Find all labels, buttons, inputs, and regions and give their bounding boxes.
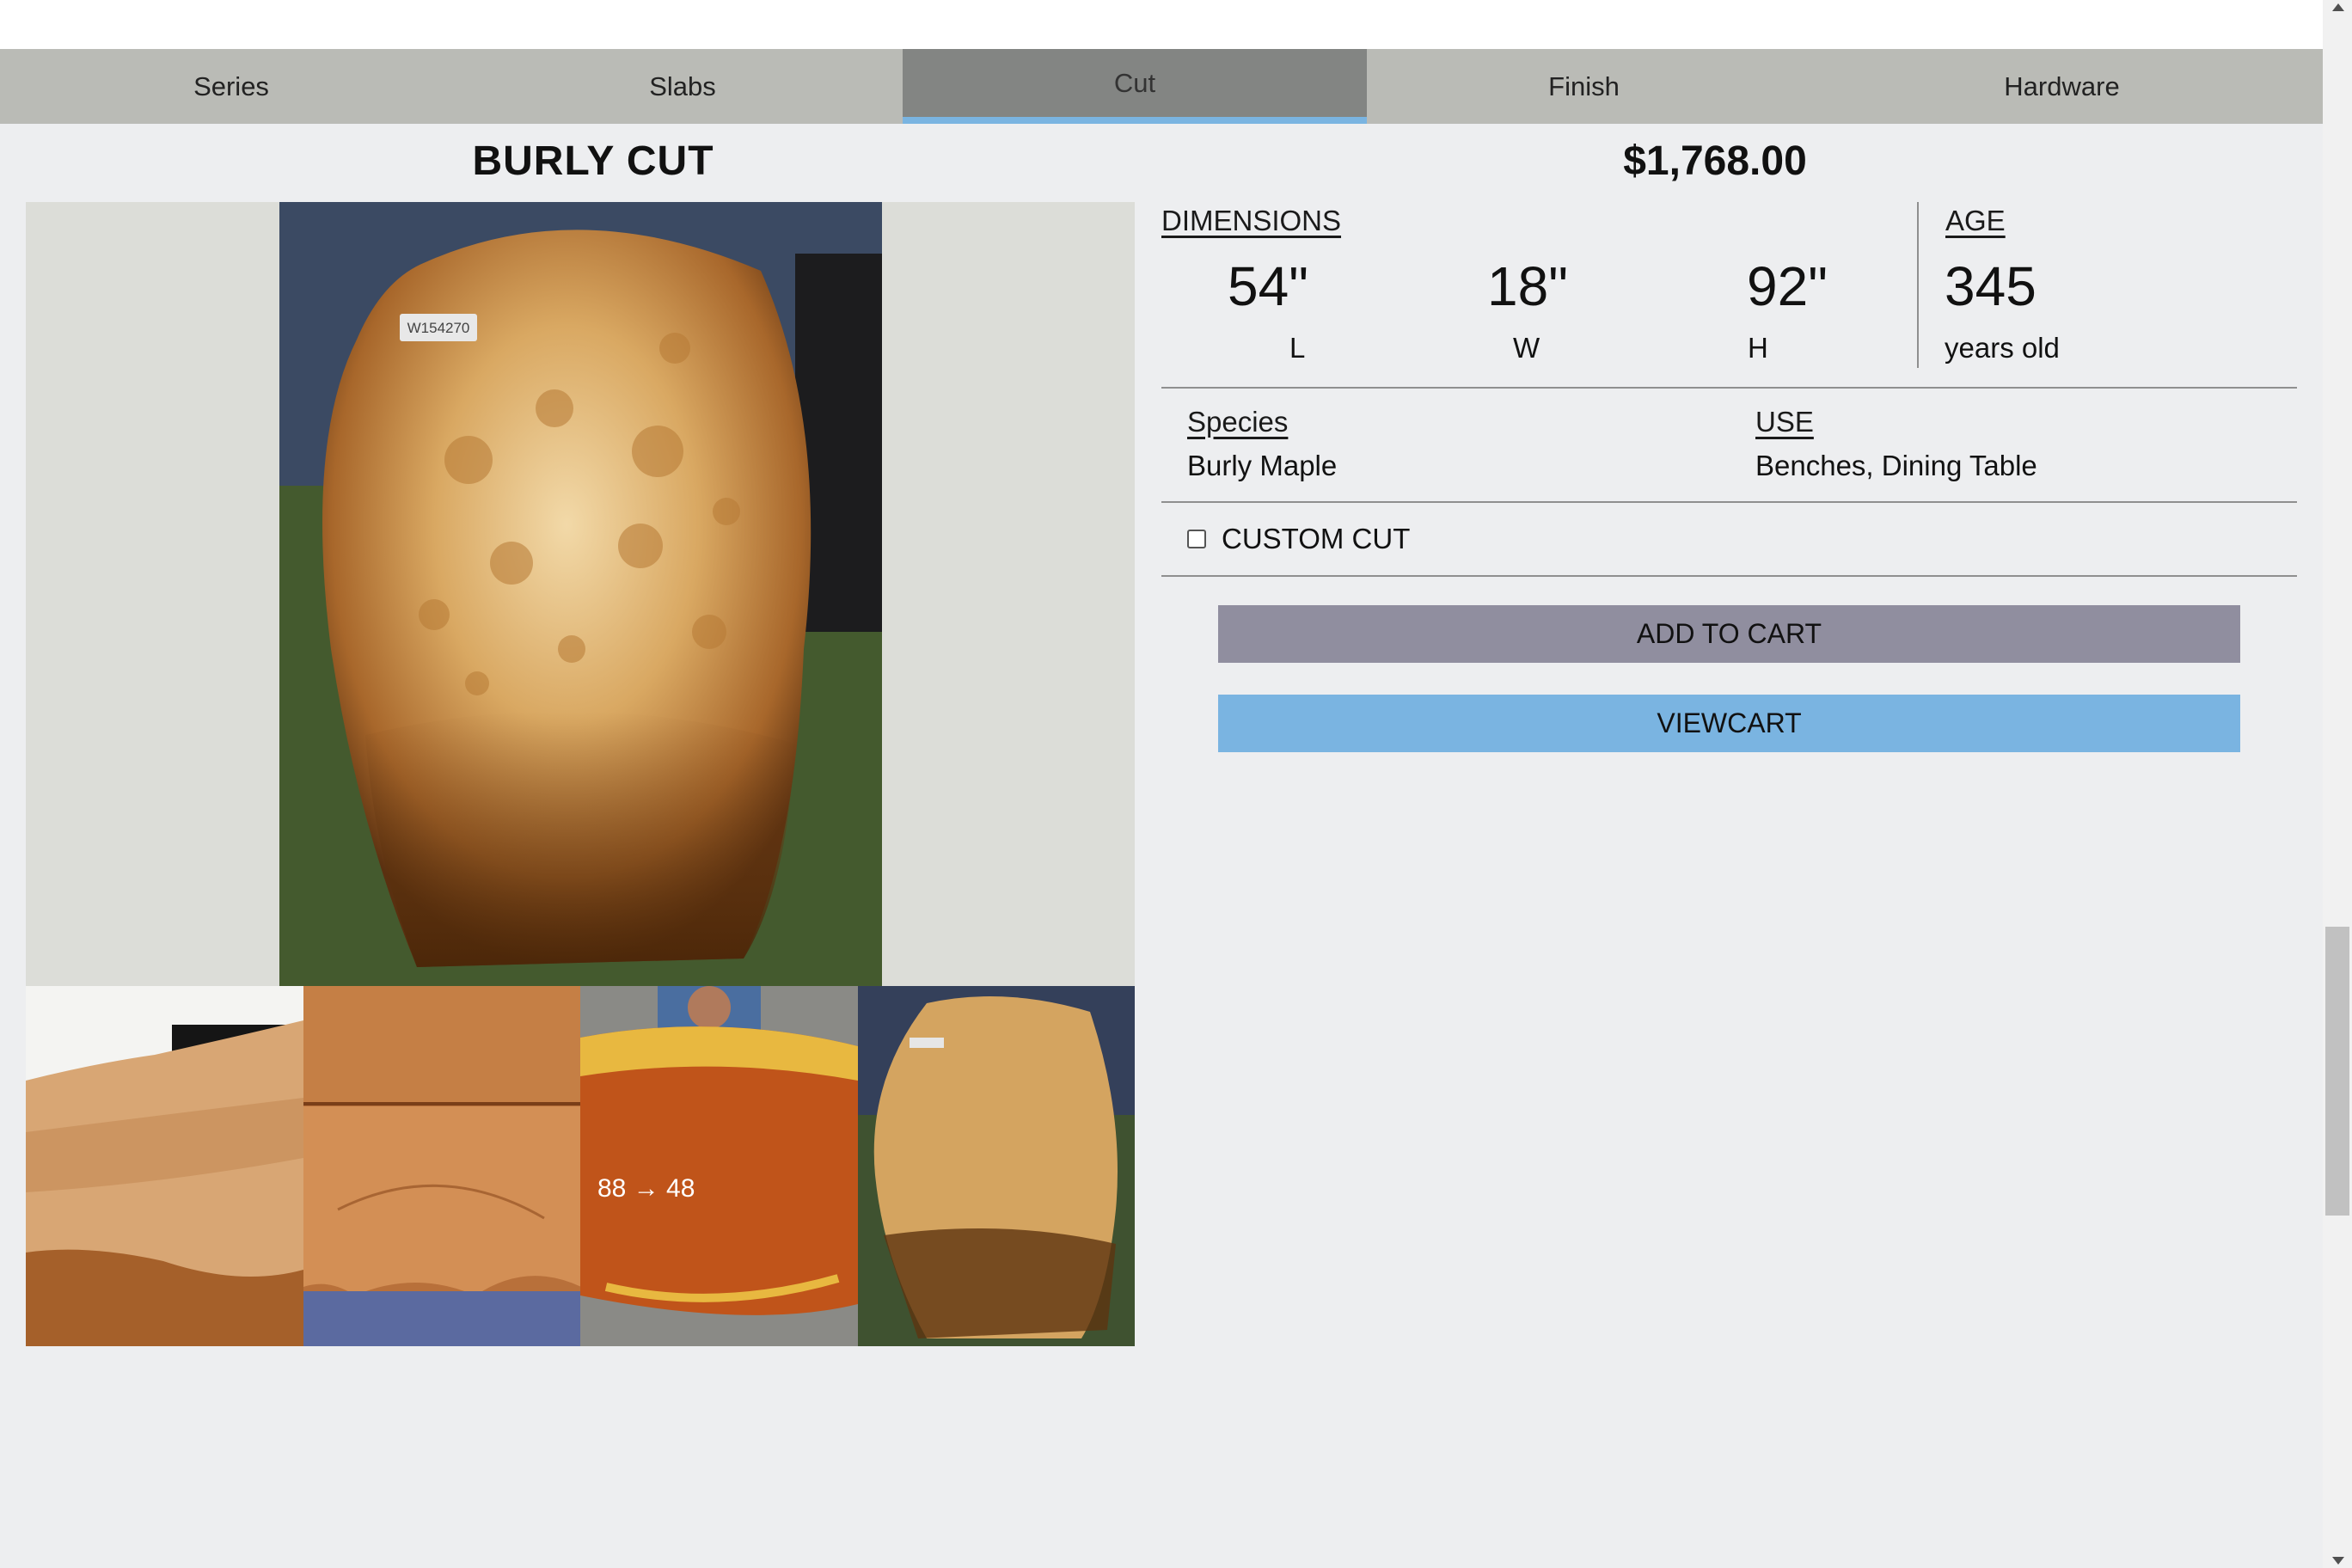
photo-tag-text: W154270 [407, 320, 470, 336]
product-title: BURLY CUT [472, 138, 714, 184]
length-value: 54" [1228, 255, 1308, 317]
age-value: 345 [1945, 255, 2037, 317]
species-heading: Species [1187, 406, 1289, 438]
tab-series[interactable]: Series [0, 49, 462, 124]
dimensions-heading: DIMENSIONS [1161, 205, 1342, 236]
divider-1 [1161, 387, 2297, 389]
height-label: H [1748, 332, 1768, 364]
tab-cut[interactable]: Cut [903, 49, 1367, 124]
tab-slabs[interactable]: Slabs [462, 49, 903, 124]
product-price: $1,768.00 [1623, 138, 1807, 184]
width-value: 18" [1487, 255, 1568, 317]
length-label: L [1289, 332, 1306, 364]
tab-finish[interactable]: Finish [1367, 49, 1801, 124]
dimensions-age-divider [1917, 202, 1919, 368]
tab-hardware[interactable]: Hardware [1801, 49, 2323, 124]
browser-top-strip [0, 0, 2323, 49]
width-label: W [1513, 332, 1540, 364]
add-to-cart-button[interactable]: ADD TO CART [1218, 605, 2240, 663]
thumbnail-1[interactable] [26, 986, 303, 1346]
thumbnail-3[interactable]: 88 → 48 [580, 986, 858, 1346]
page-scrollbar[interactable] [2323, 0, 2352, 1568]
scroll-down-arrow-icon[interactable] [2332, 1557, 2344, 1565]
thumbnail-4[interactable] [857, 986, 1135, 1346]
scroll-up-arrow-icon[interactable] [2332, 3, 2344, 11]
main-product-photo[interactable]: W154270 [279, 202, 882, 986]
height-value: 92" [1747, 255, 1828, 317]
custom-cut-checkbox[interactable] [1187, 530, 1206, 548]
species-value: Burly Maple [1187, 450, 1338, 481]
custom-cut-option[interactable]: CUSTOM CUT [1187, 523, 1410, 555]
age-unit-label: years old [1945, 332, 2060, 364]
age-heading: AGE [1945, 205, 2006, 236]
category-nav: Series Slabs Cut Finish Hardware [0, 49, 2323, 124]
main-photo-frame: W154270 [26, 202, 1135, 986]
scrollbar-thumb[interactable] [2325, 927, 2349, 1216]
thumbnail-gallery: 88 → 48 [26, 986, 1135, 1346]
custom-cut-label: CUSTOM CUT [1222, 523, 1411, 554]
use-value: Benches, Dining Table [1755, 450, 2037, 481]
use-heading: USE [1755, 406, 1814, 438]
view-cart-button[interactable]: VIEWCART [1218, 695, 2240, 752]
divider-3 [1161, 575, 2297, 577]
thumbnail-2[interactable] [303, 986, 580, 1346]
thumbnail-3-marks: 88 → 48 [597, 1174, 695, 1203]
divider-2 [1161, 501, 2297, 503]
